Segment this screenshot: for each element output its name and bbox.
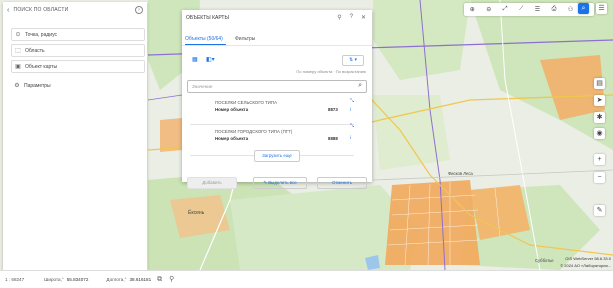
zoom-out-icon[interactable]: − <box>594 172 605 183</box>
dialog-title: ОБЪЕКТЫ КАРТЫ <box>186 15 229 21</box>
locate-icon[interactable]: ➤ <box>594 95 605 106</box>
result-category: ПОСЕЛКИ ГОРОДСКОГО ТИПА (ПГТ) <box>215 129 293 134</box>
search-input[interactable]: Значение ⌕ <box>187 80 367 93</box>
list-icon[interactable]: ☰ <box>535 6 540 13</box>
lon-value: 38.616181 <box>129 277 152 282</box>
layers-icon[interactable]: ⊕ <box>470 6 475 13</box>
bookmark-icon[interactable]: ✱ <box>594 112 605 123</box>
area-search-panel: ‹ ПОИСК ПО ОБЛАСТИ ? ⊙ Точка, радиус ⬚ О… <box>3 2 147 270</box>
sort-button[interactable]: ⇅ ▾ <box>342 55 364 66</box>
scale-readout[interactable]: 1 : 68247 <box>5 277 24 282</box>
route-icon[interactable]: ⟋ <box>519 6 523 13</box>
pin-icon[interactable]: ⚲ <box>337 14 341 21</box>
area-search-tool-icon[interactable]: ⌕ <box>578 3 589 14</box>
table-view-icon[interactable]: ▦ <box>192 56 198 63</box>
print-icon[interactable]: ⎙ <box>552 6 557 13</box>
lat-label: Широта,° <box>44 277 64 282</box>
camera-icon[interactable]: ◉ <box>594 128 605 139</box>
map-label: Субботье <box>535 258 554 263</box>
map-object-icon: ▣ <box>15 63 21 70</box>
back-arrow-icon[interactable]: ‹ <box>7 7 10 14</box>
edit-icon[interactable]: ✎ <box>594 205 605 216</box>
button-label: Точка, радиус <box>25 31 58 38</box>
button-label: Параметры <box>24 82 51 89</box>
map-layers-icon[interactable]: ▤ <box>594 78 605 89</box>
lon-label: Долгота,° <box>106 277 127 282</box>
result-label: Номер объекта <box>215 107 249 112</box>
polygon-icon: ⬚ <box>15 47 21 54</box>
zoom-to-icon[interactable]: ⤡ <box>350 98 354 104</box>
result-number: 8888 <box>328 136 338 141</box>
point-radius-icon: ⊙ <box>15 31 21 38</box>
copy-icon[interactable]: ⧉ <box>156 276 163 283</box>
search-placeholder: Значение <box>192 84 213 89</box>
add-button[interactable]: Добавить <box>187 177 237 189</box>
pin-icon[interactable]: ⚲ <box>168 276 175 283</box>
copyright-line: © 2024 АО «Лаборатория... <box>560 263 611 268</box>
load-more-button[interactable]: Загрузить еще <box>254 150 300 162</box>
button-label: Объект карты <box>25 63 58 70</box>
search-icon[interactable]: ⌕ <box>358 82 362 90</box>
map-label: Ёксень <box>188 209 205 216</box>
map-label: Фисков Леса <box>448 171 473 176</box>
info-icon[interactable]: ⅰ <box>350 107 351 113</box>
layer-select-icon[interactable]: ◧▾ <box>206 56 215 63</box>
panel-title: ПОИСК ПО ОБЛАСТИ <box>13 7 69 13</box>
panel-header: ‹ ПОИСК ПО ОБЛАСТИ ? <box>3 2 147 18</box>
button-label: Выделить все <box>268 180 297 185</box>
help-icon[interactable]: ? <box>350 14 353 21</box>
button-label: Область <box>25 47 45 54</box>
user-search-icon[interactable]: ⚇ <box>568 6 573 13</box>
map-toolbar: ⊕ ⊖ ⤢ ⟋ ☰ ⎙ ⚇ ⌕ <box>464 3 594 16</box>
map-object-button[interactable]: ▣ Объект карты <box>11 60 145 73</box>
area-button[interactable]: ⬚ Область <box>11 44 145 57</box>
menu-icon[interactable]: ☰ <box>596 3 607 14</box>
cancel-button[interactable]: Отменить <box>317 177 367 189</box>
list-item[interactable]: ПОСЕЛКИ СЕЛЬСКОГО ТИПА Номер объекта 887… <box>182 98 360 126</box>
divider <box>190 124 354 125</box>
close-icon[interactable]: ✕ <box>361 14 366 21</box>
result-label: Номер объекта <box>215 136 249 141</box>
info-icon[interactable]: ⅰ <box>350 135 351 141</box>
sort-hint: По номеру объекта · По возрастанию <box>296 69 366 74</box>
help-icon[interactable]: ? <box>135 6 143 14</box>
zoom-area-icon[interactable]: ⊖ <box>486 6 491 13</box>
active-tab-indicator <box>185 44 226 46</box>
tab-objects[interactable]: Объекты (50/64) <box>185 36 223 42</box>
copyright-line: OIS WebServer 58.6.33.0 <box>565 256 611 261</box>
tab-filters[interactable]: Фильтры <box>235 36 255 42</box>
gear-icon: ⚙ <box>14 82 20 89</box>
result-category: ПОСЕЛКИ СЕЛЬСКОГО ТИПА <box>215 100 278 105</box>
status-bar: 1 : 68247 Широта,° 55.834072 Долгота,° 3… <box>0 270 613 288</box>
zoom-in-icon[interactable]: + <box>594 154 605 165</box>
point-radius-button[interactable]: ⊙ Точка, радиус <box>11 28 145 41</box>
zoom-to-icon[interactable]: ⤡ <box>350 123 354 129</box>
params-button[interactable]: ⚙ Параметры <box>11 80 143 91</box>
result-number: 8873 <box>328 107 338 112</box>
lat-value: 55.834072 <box>66 277 89 282</box>
measure-icon[interactable]: ⤢ <box>503 6 508 13</box>
select-all-button[interactable]: ✎ Выделить все <box>253 177 307 189</box>
